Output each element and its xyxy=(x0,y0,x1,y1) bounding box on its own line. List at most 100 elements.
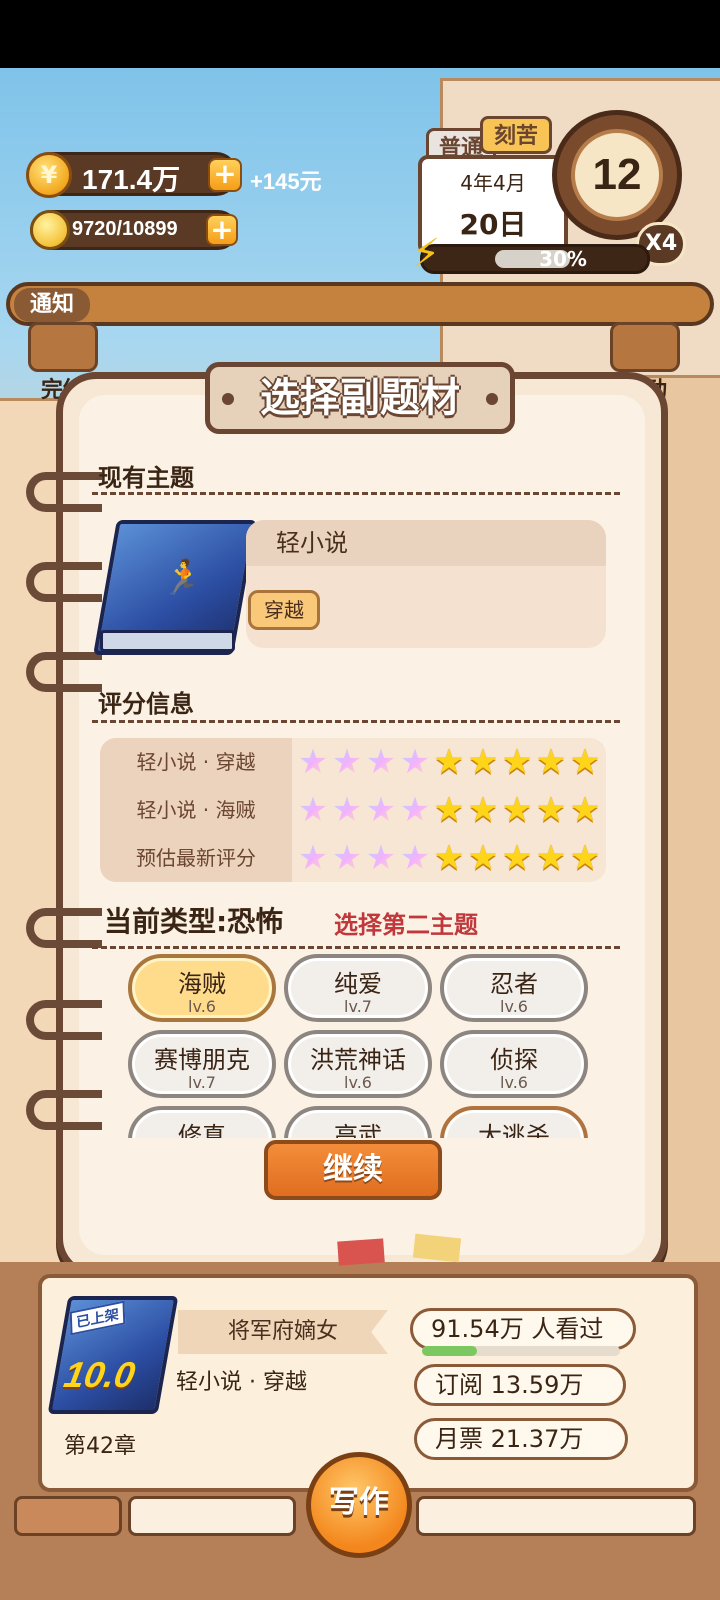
continue-button[interactable]: 继续 xyxy=(264,1140,442,1200)
genre-option[interactable]: 洪荒神话 lv.6 xyxy=(284,1030,432,1098)
coin-amount: 171.4万 xyxy=(82,164,181,195)
star-icon: ★ xyxy=(535,790,567,830)
binder-ring xyxy=(26,1000,102,1040)
views-progress-fill xyxy=(422,1346,478,1356)
genre-option[interactable]: 忍者 lv.6 xyxy=(440,954,588,1022)
star-icon: ★ xyxy=(501,838,533,878)
genre-option[interactable]: 侦探 lv.6 xyxy=(440,1030,588,1098)
bottom-tab-right[interactable] xyxy=(416,1496,696,1536)
energy-bar: 30% xyxy=(420,244,650,274)
current-book-icon[interactable]: 已上架 10.0 xyxy=(47,1296,179,1414)
genre-option[interactable]: 大逃杀 xyxy=(440,1106,588,1138)
divider xyxy=(92,946,620,949)
rating-row: 轻小说 · 穿越 ★ ★ ★ ★ ★ ★ ★ ★ ★ xyxy=(100,738,606,786)
divider xyxy=(92,492,620,495)
notice-label: 通知 xyxy=(14,288,90,322)
genre-level: lv.6 xyxy=(500,1073,528,1092)
binder-ring xyxy=(26,1090,102,1130)
genre-name: 高武 xyxy=(334,1122,382,1138)
star-icon: ★ xyxy=(399,742,431,782)
subscription-stat: 订阅 13.59万 xyxy=(414,1364,626,1406)
notice-bar[interactable]: 通知 xyxy=(6,282,714,326)
binder-ring xyxy=(26,908,102,948)
bottom-tab-left[interactable] xyxy=(14,1496,122,1536)
star-icon: ★ xyxy=(297,790,329,830)
genre-level: lv.6 xyxy=(344,1073,372,1092)
star-icon: ★ xyxy=(297,838,329,878)
dialog-title: 选择副题材 xyxy=(205,362,515,434)
nail-icon xyxy=(486,393,498,405)
genre-grid: 海贼 lv.6 纯爱 lv.7 忍者 lv.6 赛博朋克 lv.7 洪荒神话 lv.6 侦探 lv.6… xyxy=(122,952,600,1138)
star-icon: ★ xyxy=(399,790,431,830)
star-icon: ★ xyxy=(535,838,567,878)
star-icon: ★ xyxy=(331,790,363,830)
divider xyxy=(92,720,620,723)
door-icon xyxy=(610,322,680,372)
bookmark-tab xyxy=(412,1233,462,1263)
genre-option[interactable]: 赛博朋克 lv.7 xyxy=(128,1030,276,1098)
cash-amount: +145元 xyxy=(250,169,322,194)
add-coin-button[interactable]: + xyxy=(208,158,242,192)
views-progress xyxy=(422,1346,620,1356)
star-icon: ★ xyxy=(501,742,533,782)
genre-name: 忍者 xyxy=(490,970,538,998)
coin-icon: ¥ xyxy=(26,152,72,198)
star-icon: ★ xyxy=(433,742,465,782)
listed-badge: 已上架 xyxy=(69,1300,126,1336)
genre-level: lv.7 xyxy=(188,1073,216,1092)
inspiration-amount: 9720/10899 xyxy=(72,218,178,240)
current-type: 当前类型:恐怖 xyxy=(104,905,284,938)
mode-hard-tab[interactable]: 刻苦 xyxy=(480,116,552,154)
current-theme-heading: 现有主题 xyxy=(98,464,194,492)
views-text: 91.54万 人看过 xyxy=(431,1315,604,1343)
bottom-tab-left-2[interactable] xyxy=(128,1496,296,1536)
genre-option[interactable]: 海贼 lv.6 xyxy=(128,954,276,1022)
genre-name: 大逃杀 xyxy=(478,1122,550,1138)
rating-label: 轻小说 · 海贼 xyxy=(100,786,292,834)
star-icon: ★ xyxy=(569,790,601,830)
lightbulb-icon xyxy=(30,210,70,250)
rating-heading: 评分信息 xyxy=(98,690,194,718)
book-title: 将军府嫡女 xyxy=(178,1310,388,1354)
star-icon: ★ xyxy=(365,790,397,830)
genre-name: 洪荒神话 xyxy=(310,1046,406,1074)
genre-option[interactable]: 高武 xyxy=(284,1106,432,1138)
star-icon: ★ xyxy=(297,742,329,782)
calendar-month: 4年4月 xyxy=(460,171,526,195)
star-icon: ★ xyxy=(365,838,397,878)
book-genre: 轻小说 · 穿越 xyxy=(176,1370,307,1395)
star-icon: ★ xyxy=(365,742,397,782)
add-inspiration-button[interactable]: + xyxy=(206,214,238,246)
genre-name: 赛博朋克 xyxy=(154,1046,250,1074)
rating-label: 预估最新评分 xyxy=(100,834,292,882)
rating-table: 轻小说 · 穿越 ★ ★ ★ ★ ★ ★ ★ ★ ★ 轻小说 · 海贼 ★ ★ ★ ★ ★ ★ ★ ★ ★ 预估最新评分… xyxy=(100,738,606,882)
book-stack-icon xyxy=(28,322,98,372)
genre-option[interactable]: 纯爱 lv.7 xyxy=(284,954,432,1022)
theme-name: 轻小说 xyxy=(246,520,606,566)
rating-label: 轻小说 · 穿越 xyxy=(100,738,292,786)
lightning-icon: ⚡ xyxy=(412,231,441,277)
genre-option[interactable]: 修真 xyxy=(128,1106,276,1138)
binder-ring xyxy=(26,652,102,692)
day-clock[interactable]: 12 xyxy=(552,110,682,240)
chapter-label: 第42章 xyxy=(64,1434,136,1459)
star-icon: ★ xyxy=(467,790,499,830)
binder-ring xyxy=(26,472,102,512)
star-icon: ★ xyxy=(331,742,363,782)
star-icon: ★ xyxy=(399,838,431,878)
star-icon: ★ xyxy=(467,838,499,878)
write-button[interactable]: 写作 xyxy=(306,1452,412,1558)
rating-row: 轻小说 · 海贼 ★ ★ ★ ★ ★ ★ ★ ★ ★ xyxy=(100,786,606,834)
binder-ring xyxy=(26,562,102,602)
star-icon: ★ xyxy=(535,742,567,782)
clock-value: 12 xyxy=(571,129,663,221)
star-icon: ★ xyxy=(501,790,533,830)
genre-level: lv.7 xyxy=(344,997,372,1016)
running-figure-icon: 🏃 xyxy=(159,558,209,598)
genre-level: lv.6 xyxy=(500,997,528,1016)
select-second-theme: 选择第二主题 xyxy=(334,911,478,939)
theme-tag: 穿越 xyxy=(248,590,320,630)
book-pages xyxy=(100,630,235,652)
star-icon: ★ xyxy=(433,838,465,878)
star-icon: ★ xyxy=(569,742,601,782)
